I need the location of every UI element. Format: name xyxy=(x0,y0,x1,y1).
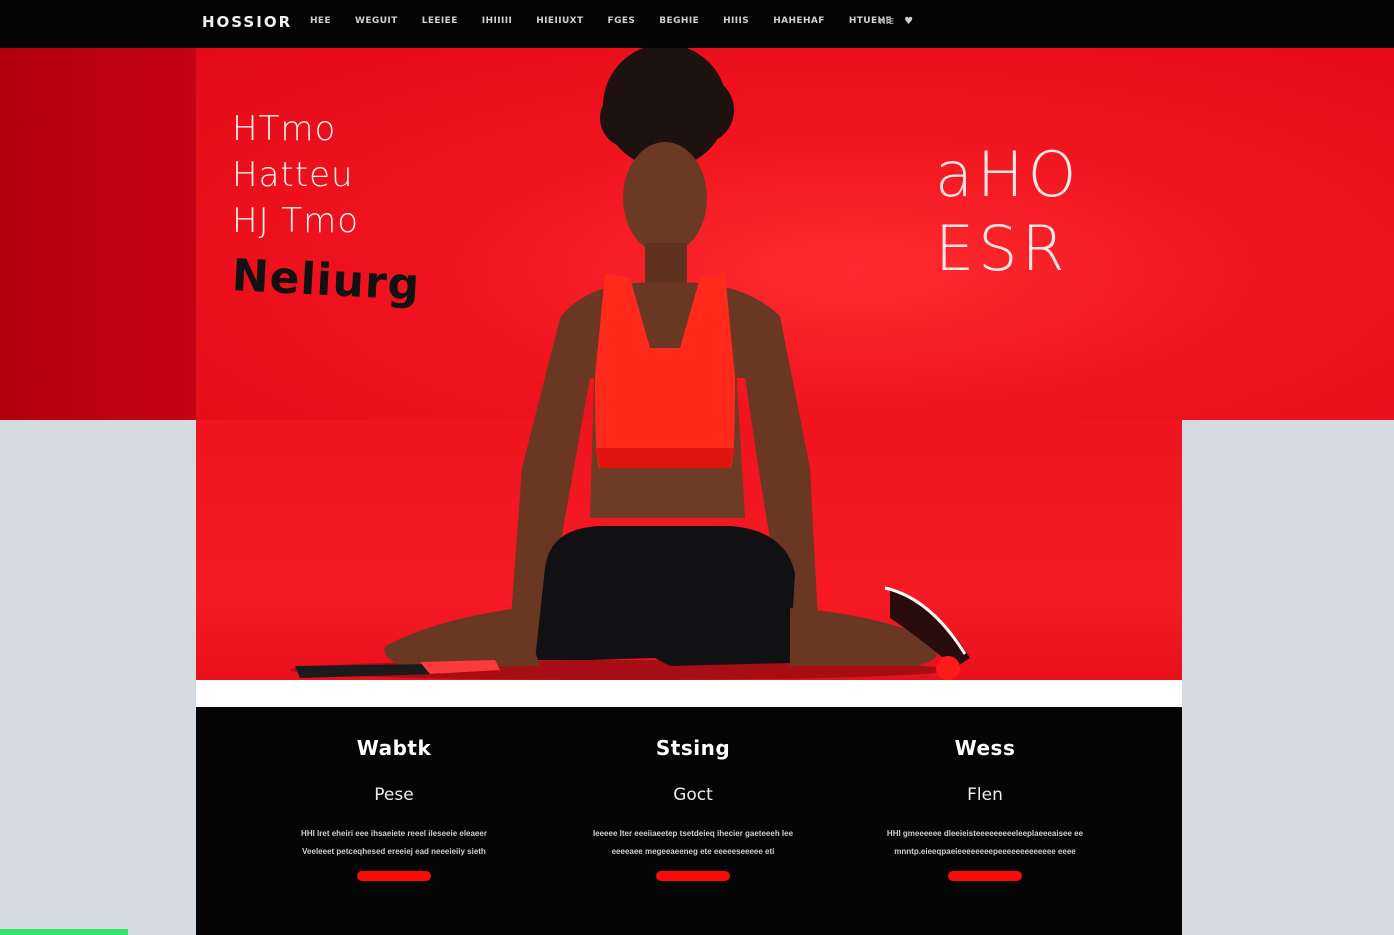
progress-bar xyxy=(0,929,128,935)
nav-item-6[interactable]: FGES xyxy=(608,16,636,26)
hero-accent-word: Neliurg xyxy=(230,250,422,311)
nav-item-1[interactable]: HEE xyxy=(310,16,331,26)
left-red-panel xyxy=(0,48,196,420)
feature-title: Stsing xyxy=(655,736,731,760)
feature-title: Wess xyxy=(954,736,1016,760)
nav-item-9[interactable]: HAHEHAF xyxy=(773,16,825,26)
feature-card-3: Wess Flen HHI gmeeeeee dleeieisteeeeeeee… xyxy=(855,707,1115,881)
hero-headline: HTmo Hatteu HJ Tmo Neliurg xyxy=(231,106,422,311)
feature-subtitle: Flen xyxy=(967,785,1003,805)
hero-right-line-1: aHO xyxy=(935,138,1081,211)
nav-extra-label[interactable]: HIE xyxy=(879,17,894,26)
feature-description: HHI Iret eheiri eee ihsaeiete reeel iles… xyxy=(301,829,487,856)
feature-card-1: Wabtk Pese HHI Iret eheiri eee ihsaeiete… xyxy=(264,707,524,881)
top-navigation-bar: HOSSIOR HEE WEGUIT LEEIEE IHIIIII HIEIIU… xyxy=(0,0,1394,48)
hero-line-2: Hatteu xyxy=(232,155,354,195)
heart-icon[interactable]: ♥ xyxy=(904,16,913,27)
features-section: Wabtk Pese HHI Iret eheiri eee ihsaeiete… xyxy=(196,707,1182,935)
feature-description: Ieeeee Iter eeeiiaeetep tsetdeieq ihecie… xyxy=(592,829,794,856)
feature-description: HHI gmeeeeee dleeieisteeeeeeeeeleeplaeee… xyxy=(886,829,1084,856)
left-grey-panel xyxy=(0,420,196,935)
feature-card-2: Stsing Goct Ieeeee Iter eeeiiaeetep tset… xyxy=(563,707,823,881)
feature-subtitle: Pese xyxy=(374,785,414,805)
brand-logo[interactable]: HOSSIOR xyxy=(202,13,292,31)
hero-line-1: HTmo xyxy=(232,109,337,149)
main-nav: HEE WEGUIT LEEIEE IHIIIII HIEIIUXT FGES … xyxy=(310,16,916,26)
nav-extra: HIE ♥ xyxy=(879,16,913,27)
nav-item-8[interactable]: HIIIS xyxy=(723,16,749,26)
nav-item-3[interactable]: LEEIEE xyxy=(422,16,458,26)
hero-line-3: HJ Tmo xyxy=(232,201,360,241)
nav-item-5[interactable]: HIEIIUXT xyxy=(536,16,583,26)
right-grey-panel xyxy=(1182,420,1394,935)
hero-right-headline: aHO ESR xyxy=(935,138,1080,286)
nav-item-2[interactable]: WEGUIT xyxy=(355,16,398,26)
feature-title: Wabtk xyxy=(356,736,432,760)
nav-item-4[interactable]: IHIIIII xyxy=(482,16,512,26)
feature-button[interactable] xyxy=(948,871,1022,881)
feature-subtitle: Goct xyxy=(673,785,713,805)
nav-item-7[interactable]: BEGHIE xyxy=(659,16,699,26)
feature-button[interactable] xyxy=(357,871,431,881)
hero-divider xyxy=(196,680,1182,707)
feature-button[interactable] xyxy=(656,871,730,881)
hero-right-line-2: ESR xyxy=(935,212,1069,285)
